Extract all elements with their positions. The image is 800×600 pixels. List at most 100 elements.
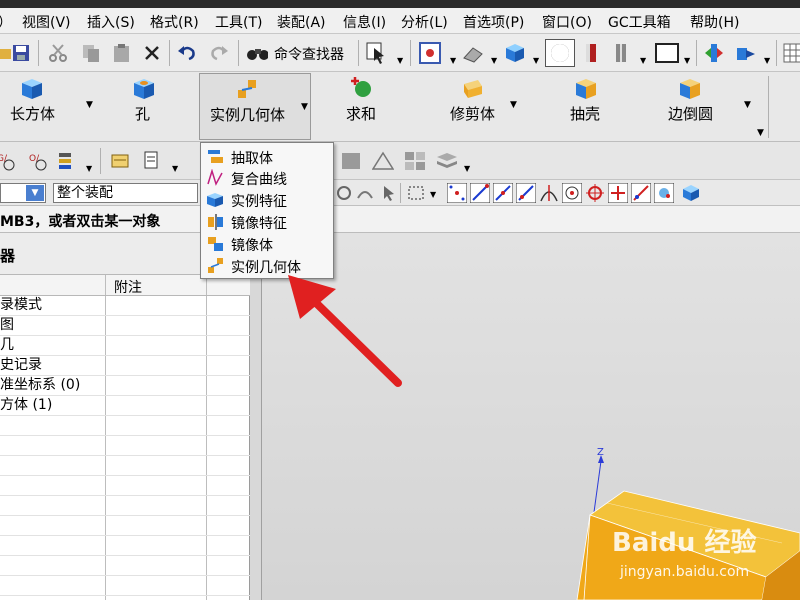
paste-icon[interactable] xyxy=(111,42,133,64)
edge-blend-dropdown-icon[interactable]: ▼ xyxy=(744,100,751,110)
menu-item-extract-body[interactable]: 抽取体 xyxy=(203,146,331,167)
delete-icon[interactable] xyxy=(141,42,163,64)
ribbon-overflow-icon[interactable]: ▼ xyxy=(757,128,764,138)
block-dropdown-icon[interactable]: ▼ xyxy=(86,100,93,110)
constraint-dropdown-icon[interactable]: ▼ xyxy=(764,56,770,65)
layer-dropdown-icon[interactable]: ▼ xyxy=(86,164,92,173)
undo-icon[interactable] xyxy=(176,42,198,64)
block-button[interactable]: 长方体 ▼ xyxy=(0,72,98,142)
tree-row[interactable]: 几 xyxy=(0,336,250,356)
menu-preferences[interactable]: 首选项(P) xyxy=(463,12,524,32)
drafting-note-icon[interactable] xyxy=(110,150,132,172)
snap-control-point-icon[interactable] xyxy=(515,182,537,204)
snap-point-on-curve-icon[interactable] xyxy=(630,182,652,204)
snap-endpoint-icon[interactable] xyxy=(469,182,491,204)
selection-scope-combo[interactable]: 整个装配 xyxy=(53,183,198,203)
pattern-geometry-button[interactable]: 实例几何体 ▼ xyxy=(199,73,311,140)
menu-file-stub[interactable]: ） xyxy=(0,12,12,32)
menu-view[interactable]: 视图(V) xyxy=(22,12,71,32)
report-icon[interactable] xyxy=(142,150,164,172)
cue-line-text: MB3，或者双击某一对象 xyxy=(0,214,161,230)
save-icon[interactable] xyxy=(10,42,32,64)
menu-gc-toolbox[interactable]: GC工具箱 xyxy=(608,12,671,32)
snap-midpoint-icon[interactable] xyxy=(492,182,514,204)
move-component-icon[interactable] xyxy=(703,42,725,64)
tree-row[interactable]: 准坐标系 (0) xyxy=(0,376,250,396)
hole-button[interactable]: 孔 xyxy=(110,72,180,142)
snap-point-grid-icon[interactable] xyxy=(446,182,468,204)
box-select-icon[interactable] xyxy=(405,182,427,204)
triangle-icon[interactable] xyxy=(372,150,394,172)
trim-dropdown-icon[interactable]: ▼ xyxy=(510,100,517,110)
snap-curve-icon[interactable] xyxy=(354,182,376,204)
menu-item-label: 镜像特征 xyxy=(231,216,287,232)
snap-settings-icon[interactable] xyxy=(333,182,355,204)
unite-label: 求和 xyxy=(346,105,377,123)
background-dropdown-icon[interactable]: ▼ xyxy=(684,56,690,65)
tree-row[interactable]: 图 xyxy=(0,316,250,336)
menu-tools[interactable]: 工具(T) xyxy=(215,12,262,32)
menu-insert[interactable]: 插入(S) xyxy=(87,12,135,32)
snap-arc-center-icon[interactable] xyxy=(561,182,583,204)
snap-solid-icon[interactable] xyxy=(680,182,702,204)
selection-filter-dropdown-icon[interactable]: ▼ xyxy=(397,56,403,65)
wave-geometry-icon[interactable]: G/ xyxy=(0,150,18,172)
trim-body-button[interactable]: 修剪体 ▼ xyxy=(440,72,517,142)
section-view-icon[interactable] xyxy=(580,42,602,64)
assembly-constraint-icon[interactable] xyxy=(734,42,756,64)
menu-item-instance-feature[interactable]: 实例特征 xyxy=(203,189,331,210)
fit-view-icon[interactable] xyxy=(419,42,441,64)
wave-link-icon[interactable]: O/ xyxy=(28,150,50,172)
pattern-geometry-dropdown-icon[interactable]: ▼ xyxy=(301,102,308,112)
snap-quadrant-icon[interactable] xyxy=(584,182,606,204)
cut-icon[interactable] xyxy=(47,42,69,64)
type-filter-combo[interactable]: ▼ xyxy=(0,183,46,203)
menu-format[interactable]: 格式(R) xyxy=(150,12,199,32)
report-dropdown-icon[interactable]: ▼ xyxy=(172,164,178,173)
menu-item-mirror-body[interactable]: 镜像体 xyxy=(203,233,331,254)
menu-analysis[interactable]: 分析(L) xyxy=(401,12,448,32)
menu-information[interactable]: 信息(I) xyxy=(343,12,386,32)
box-select-dropdown-icon[interactable]: ▼ xyxy=(430,190,436,199)
menu-help[interactable]: 帮助(H) xyxy=(690,12,739,32)
tree-row[interactable]: 方体 (1) xyxy=(0,396,250,416)
snap-intersection-icon[interactable] xyxy=(538,182,560,204)
view-orient-icon[interactable] xyxy=(462,42,484,64)
menu-window[interactable]: 窗口(O) xyxy=(542,12,592,32)
analysis-square-icon[interactable] xyxy=(340,150,362,172)
binoculars-icon[interactable] xyxy=(246,42,268,64)
tree-row-empty xyxy=(0,476,250,496)
view-orient-dropdown-icon[interactable]: ▼ xyxy=(491,56,497,65)
tree-row[interactable]: 录模式 xyxy=(0,296,250,316)
column-header-note[interactable]: 附注 xyxy=(114,277,142,297)
fit-view-dropdown-icon[interactable]: ▼ xyxy=(450,56,456,65)
layer-settings-icon[interactable] xyxy=(58,150,80,172)
snap-cursor-icon[interactable] xyxy=(378,182,400,204)
menu-item-composite-curve[interactable]: 复合曲线 xyxy=(203,167,331,188)
snap-point-on-surface-icon[interactable] xyxy=(653,182,675,204)
clip-plane-icon[interactable] xyxy=(610,42,632,64)
section-dropdown-icon[interactable]: ▼ xyxy=(640,56,646,65)
command-finder-button[interactable]: 命令查找器 xyxy=(274,44,344,64)
snap-existing-point-icon[interactable] xyxy=(607,182,629,204)
feature-grid-icon[interactable] xyxy=(404,150,426,172)
shaded-cube-icon[interactable] xyxy=(504,42,526,64)
render-mode-icon[interactable] xyxy=(545,39,575,67)
background-color-icon[interactable] xyxy=(654,42,680,64)
edge-blend-button[interactable]: 边倒圆 ▼ ▼ xyxy=(660,72,764,142)
unite-button[interactable]: 求和 xyxy=(335,72,400,142)
navigator-splitter[interactable] xyxy=(250,233,262,600)
layers-stack-icon[interactable] xyxy=(436,150,458,172)
instance-feature-icon xyxy=(207,193,223,207)
render-style-dropdown-icon[interactable]: ▼ xyxy=(533,56,539,65)
type-filter-dropdown-icon[interactable]: ▼ xyxy=(26,185,44,201)
selection-filter-icon[interactable] xyxy=(366,42,388,64)
layers-dropdown-icon[interactable]: ▼ xyxy=(464,164,470,173)
redo-icon[interactable] xyxy=(208,42,230,64)
grid-icon[interactable] xyxy=(782,42,800,64)
menu-assembly[interactable]: 装配(A) xyxy=(277,12,326,32)
tree-row[interactable]: 史记录 xyxy=(0,356,250,376)
shell-button[interactable]: 抽壳 xyxy=(560,72,620,142)
menu-item-mirror-feature[interactable]: 镜像特征 xyxy=(203,211,331,232)
copy-icon[interactable] xyxy=(80,42,102,64)
